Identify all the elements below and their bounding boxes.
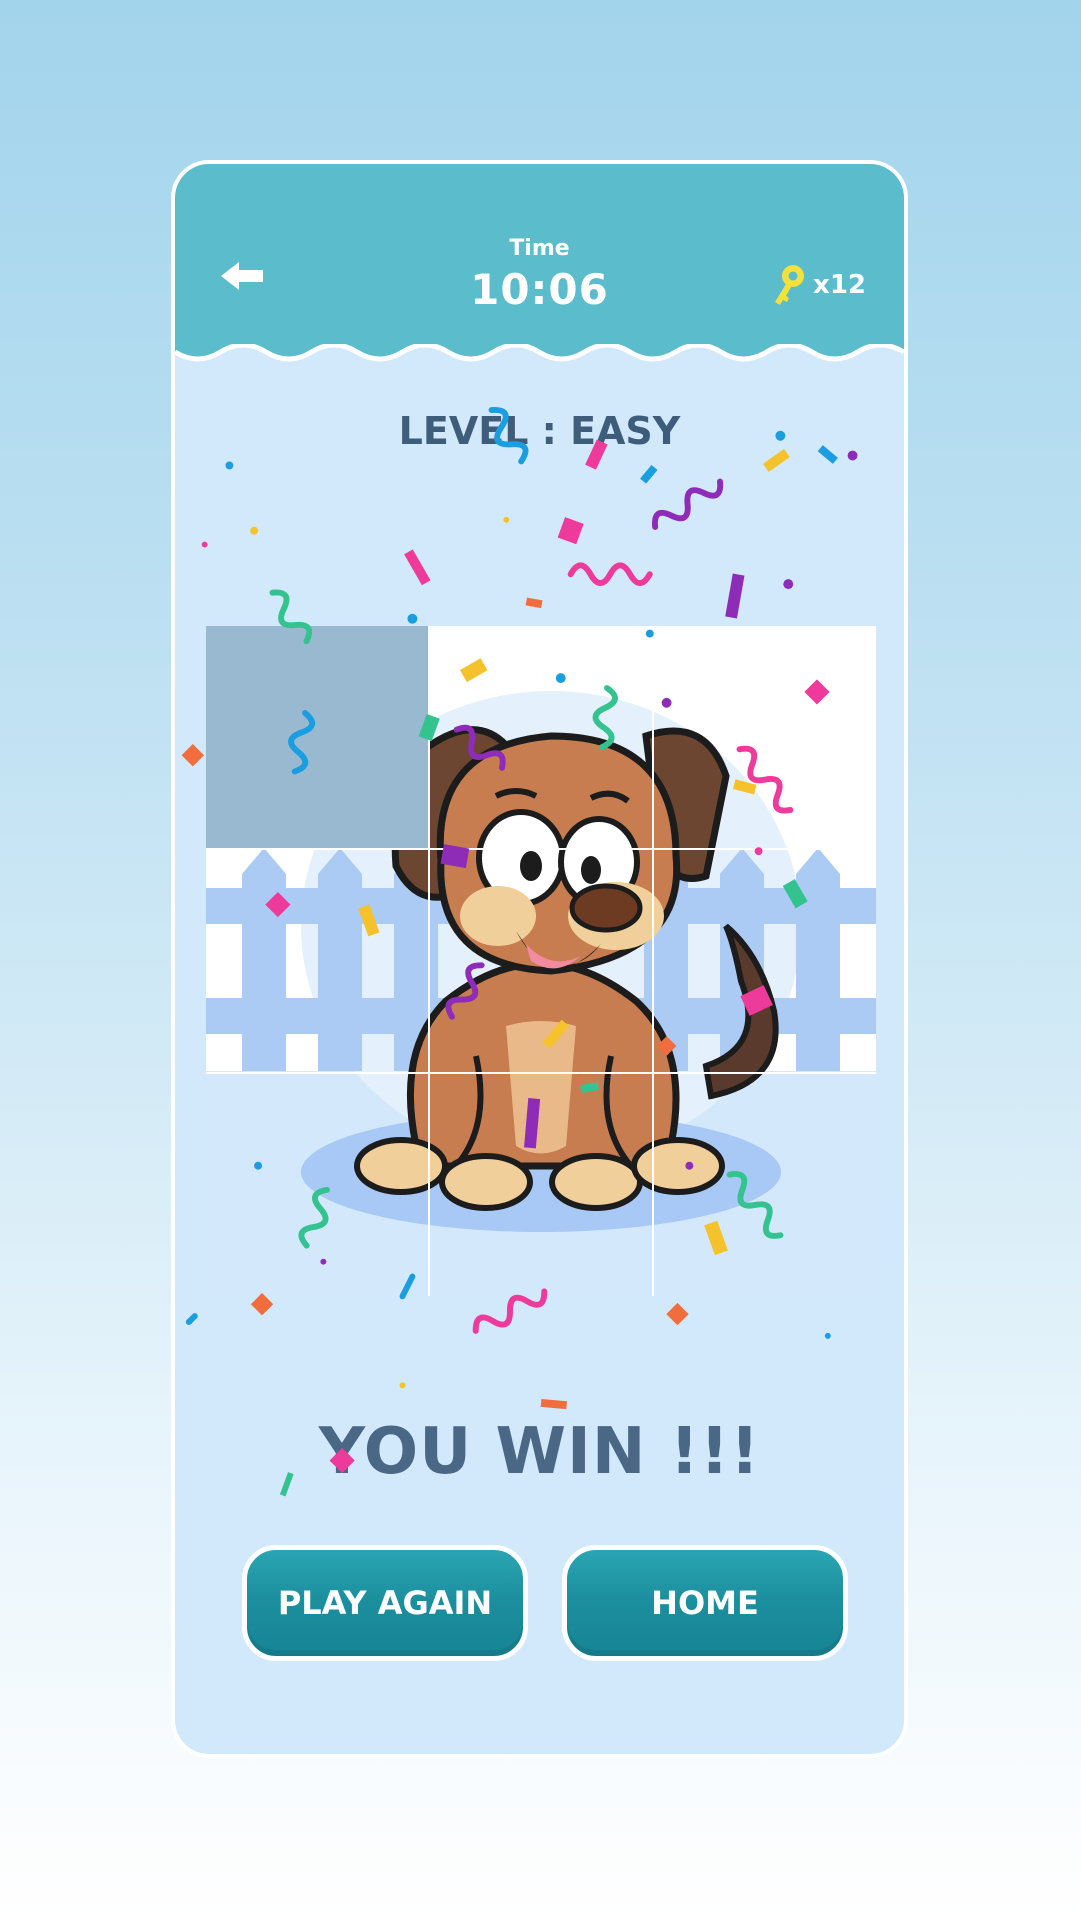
- home-button[interactable]: HOME: [562, 1545, 848, 1661]
- puzzle-board[interactable]: [206, 626, 876, 1296]
- key-counter: x12: [767, 262, 866, 308]
- grid-line: [652, 626, 654, 1296]
- play-again-button[interactable]: PLAY AGAIN: [242, 1545, 528, 1661]
- grid-line: [206, 1072, 876, 1074]
- grid-line: [206, 848, 876, 850]
- time-label: Time: [509, 236, 570, 261]
- header-bar: Time 10:06 x12: [175, 164, 904, 374]
- header-wave: [175, 344, 904, 374]
- grid-line: [428, 626, 430, 1296]
- key-count-text: x12: [813, 270, 866, 300]
- key-icon: [775, 265, 805, 305]
- game-card: Time 10:06 x12 LEVEL : EASY YOU WIN !!! …: [171, 160, 908, 1758]
- win-message: YOU WIN !!!: [318, 1415, 761, 1489]
- empty-tile: [206, 626, 428, 848]
- level-label: LEVEL : EASY: [398, 409, 681, 453]
